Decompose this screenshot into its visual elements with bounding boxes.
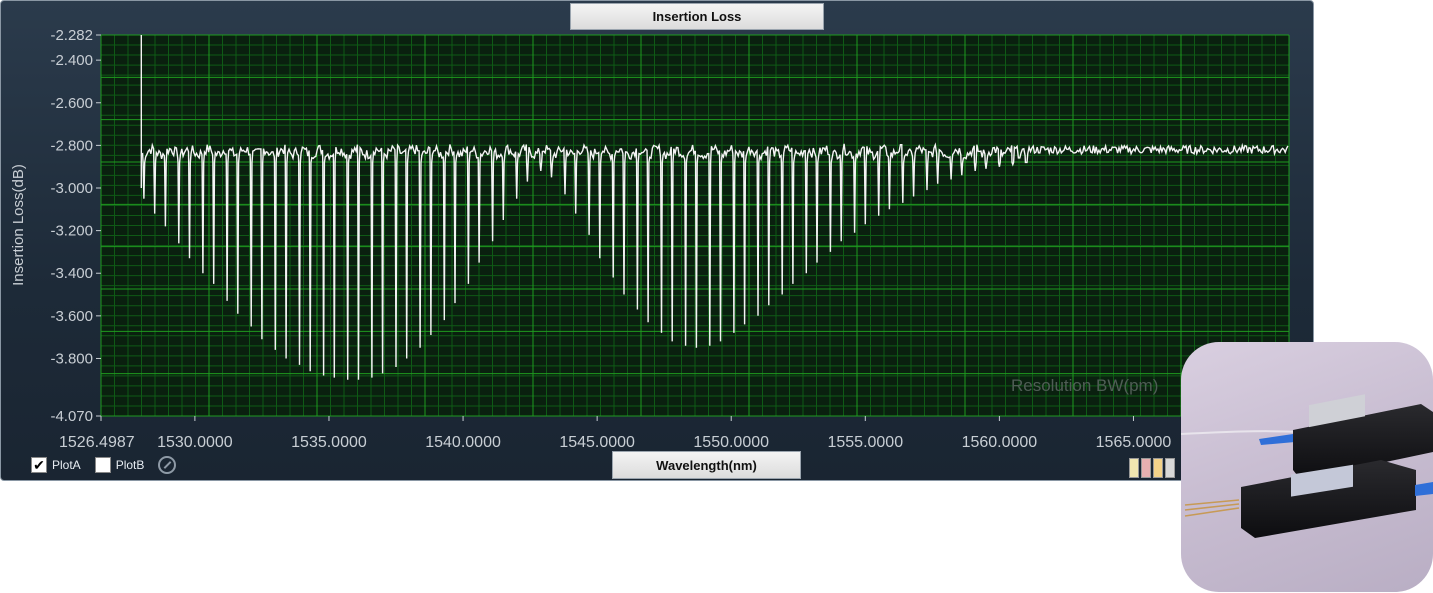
plota-checkbox[interactable]: ✔	[31, 457, 47, 473]
x-tick-label: 1530.0000	[157, 434, 233, 451]
plot-legend: ✔ PlotA PlotB	[31, 456, 177, 474]
y-axis-label: Insertion Loss(dB)	[10, 164, 27, 286]
y-tick-label: -3.200	[50, 223, 93, 240]
x-tick-label: 1565.0000	[1096, 434, 1172, 451]
product-photo	[1181, 342, 1433, 592]
x-tick-label: 1540.0000	[425, 434, 501, 451]
y-tick-label: -3.600	[50, 308, 93, 325]
y-tick-label: -3.000	[50, 180, 93, 197]
x-tick-label: 1545.0000	[559, 434, 635, 451]
plotb-label: PlotB	[115, 458, 145, 472]
x-tick-label: 1555.0000	[827, 434, 903, 451]
blue-fiber-boot-1	[1259, 434, 1295, 445]
legend-item-plota[interactable]: ✔ PlotA	[31, 457, 81, 473]
x-tick-label: 1550.0000	[693, 434, 769, 451]
y-tick-label: -2.282	[50, 27, 93, 44]
y-tick-label: -2.600	[50, 95, 93, 112]
y-tick-label: -2.800	[50, 137, 93, 154]
insertion-loss-chart[interactable]: -2.282 -2.400 -2.600 -2.800 -3.000 -3.200 -3.4…	[1, 1, 1313, 451]
plota-label: PlotA	[52, 458, 81, 472]
x-tick-label: 1526.4987	[59, 434, 135, 451]
legend-item-plotb[interactable]: PlotB	[94, 457, 145, 473]
y-tick-label: -3.400	[50, 265, 93, 282]
x-axis-label-tab[interactable]: Wavelength(nm)	[612, 451, 801, 479]
x-tick-label: 1535.0000	[291, 434, 367, 451]
y-tick-label: -2.400	[50, 52, 93, 69]
x-axis-ticks: 1526.4987 1530.0000 1535.0000 1540.0000 1545…	[59, 416, 1171, 451]
clear-icon[interactable]	[158, 456, 177, 474]
resolution-bw-watermark: Resolution BW(pm)	[1011, 376, 1158, 395]
y-axis-ticks: -2.282 -2.400 -2.600 -2.800 -3.000 -3.200 -3.4…	[50, 27, 101, 425]
color-palette-icon[interactable]	[1129, 458, 1175, 478]
y-tick-label: -3.800	[50, 350, 93, 367]
x-tick-label: 1560.0000	[962, 434, 1038, 451]
plotb-checkbox[interactable]	[94, 457, 111, 473]
insertion-loss-window: Insertion Loss -2.282 -2.400 -2.600 -2.800-…	[0, 0, 1314, 481]
y-tick-label: -4.070	[50, 408, 93, 425]
